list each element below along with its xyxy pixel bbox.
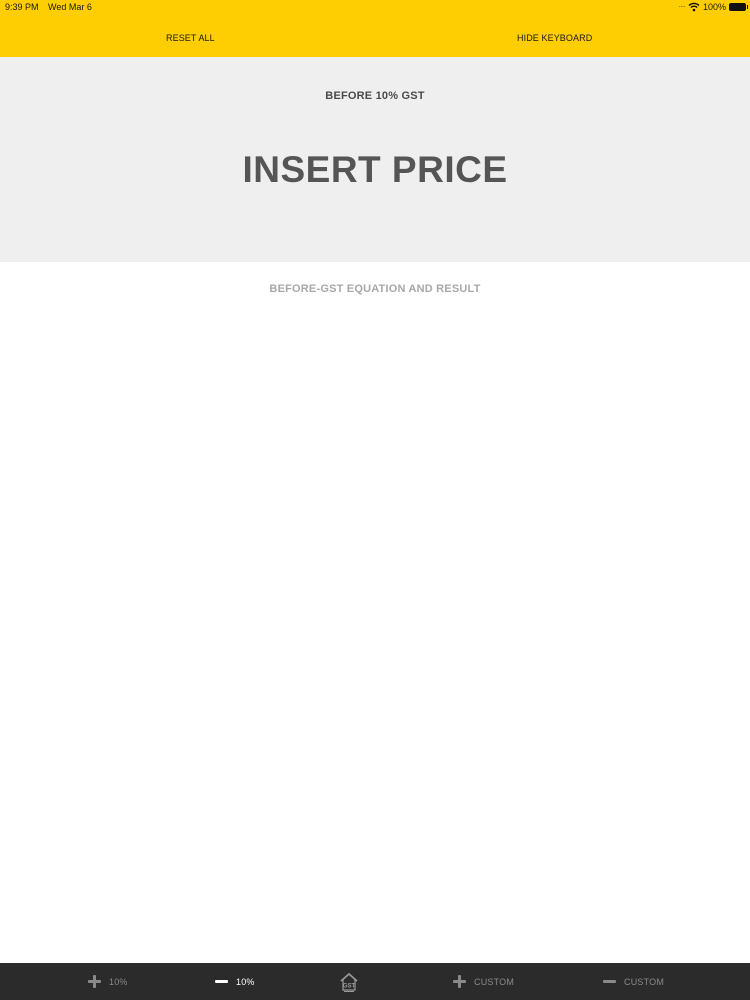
tab-bar: 10% 10% GST CUSTOM CUSTOM <box>0 963 750 1000</box>
battery-icon <box>729 3 748 11</box>
plus-icon <box>88 975 101 988</box>
before-gst-label: BEFORE 10% GST <box>325 90 425 102</box>
gst-house-icon: GST <box>340 972 358 992</box>
wifi-icon <box>688 2 700 12</box>
tab-subtract-10-percent[interactable]: 10% <box>215 963 255 1000</box>
price-input[interactable] <box>0 145 750 195</box>
status-time: 9:39 PM <box>5 2 39 12</box>
tab-add-custom[interactable]: CUSTOM <box>453 963 514 1000</box>
price-panel: BEFORE 10% GST <box>0 57 750 262</box>
equation-result-label: BEFORE-GST EQUATION AND RESULT <box>269 283 481 295</box>
tab-add-10-percent[interactable]: 10% <box>88 963 128 1000</box>
top-bar: 9:39 PM Wed Mar 6 ···· 100% RESET ALL HI… <box>0 0 750 57</box>
tab-label: 10% <box>109 976 128 987</box>
hide-keyboard-button[interactable]: HIDE KEYBOARD <box>517 33 592 43</box>
minus-icon <box>603 975 616 988</box>
minus-icon <box>215 975 228 988</box>
tab-subtract-custom[interactable]: CUSTOM <box>603 963 664 1000</box>
battery-percentage: 100% <box>702 2 726 12</box>
tab-label: CUSTOM <box>474 976 515 987</box>
signal-dots-icon: ···· <box>678 2 686 11</box>
status-indicators: ···· 100% <box>678 1 748 13</box>
tab-label: CUSTOM <box>624 976 665 987</box>
tab-label: 10% <box>236 976 255 987</box>
reset-all-button[interactable]: RESET ALL <box>166 33 215 43</box>
gst-icon-label: GST <box>343 983 356 989</box>
status-date: Wed Mar 6 <box>48 2 92 12</box>
plus-icon <box>453 975 466 988</box>
tab-gst[interactable]: GST <box>338 963 360 1000</box>
